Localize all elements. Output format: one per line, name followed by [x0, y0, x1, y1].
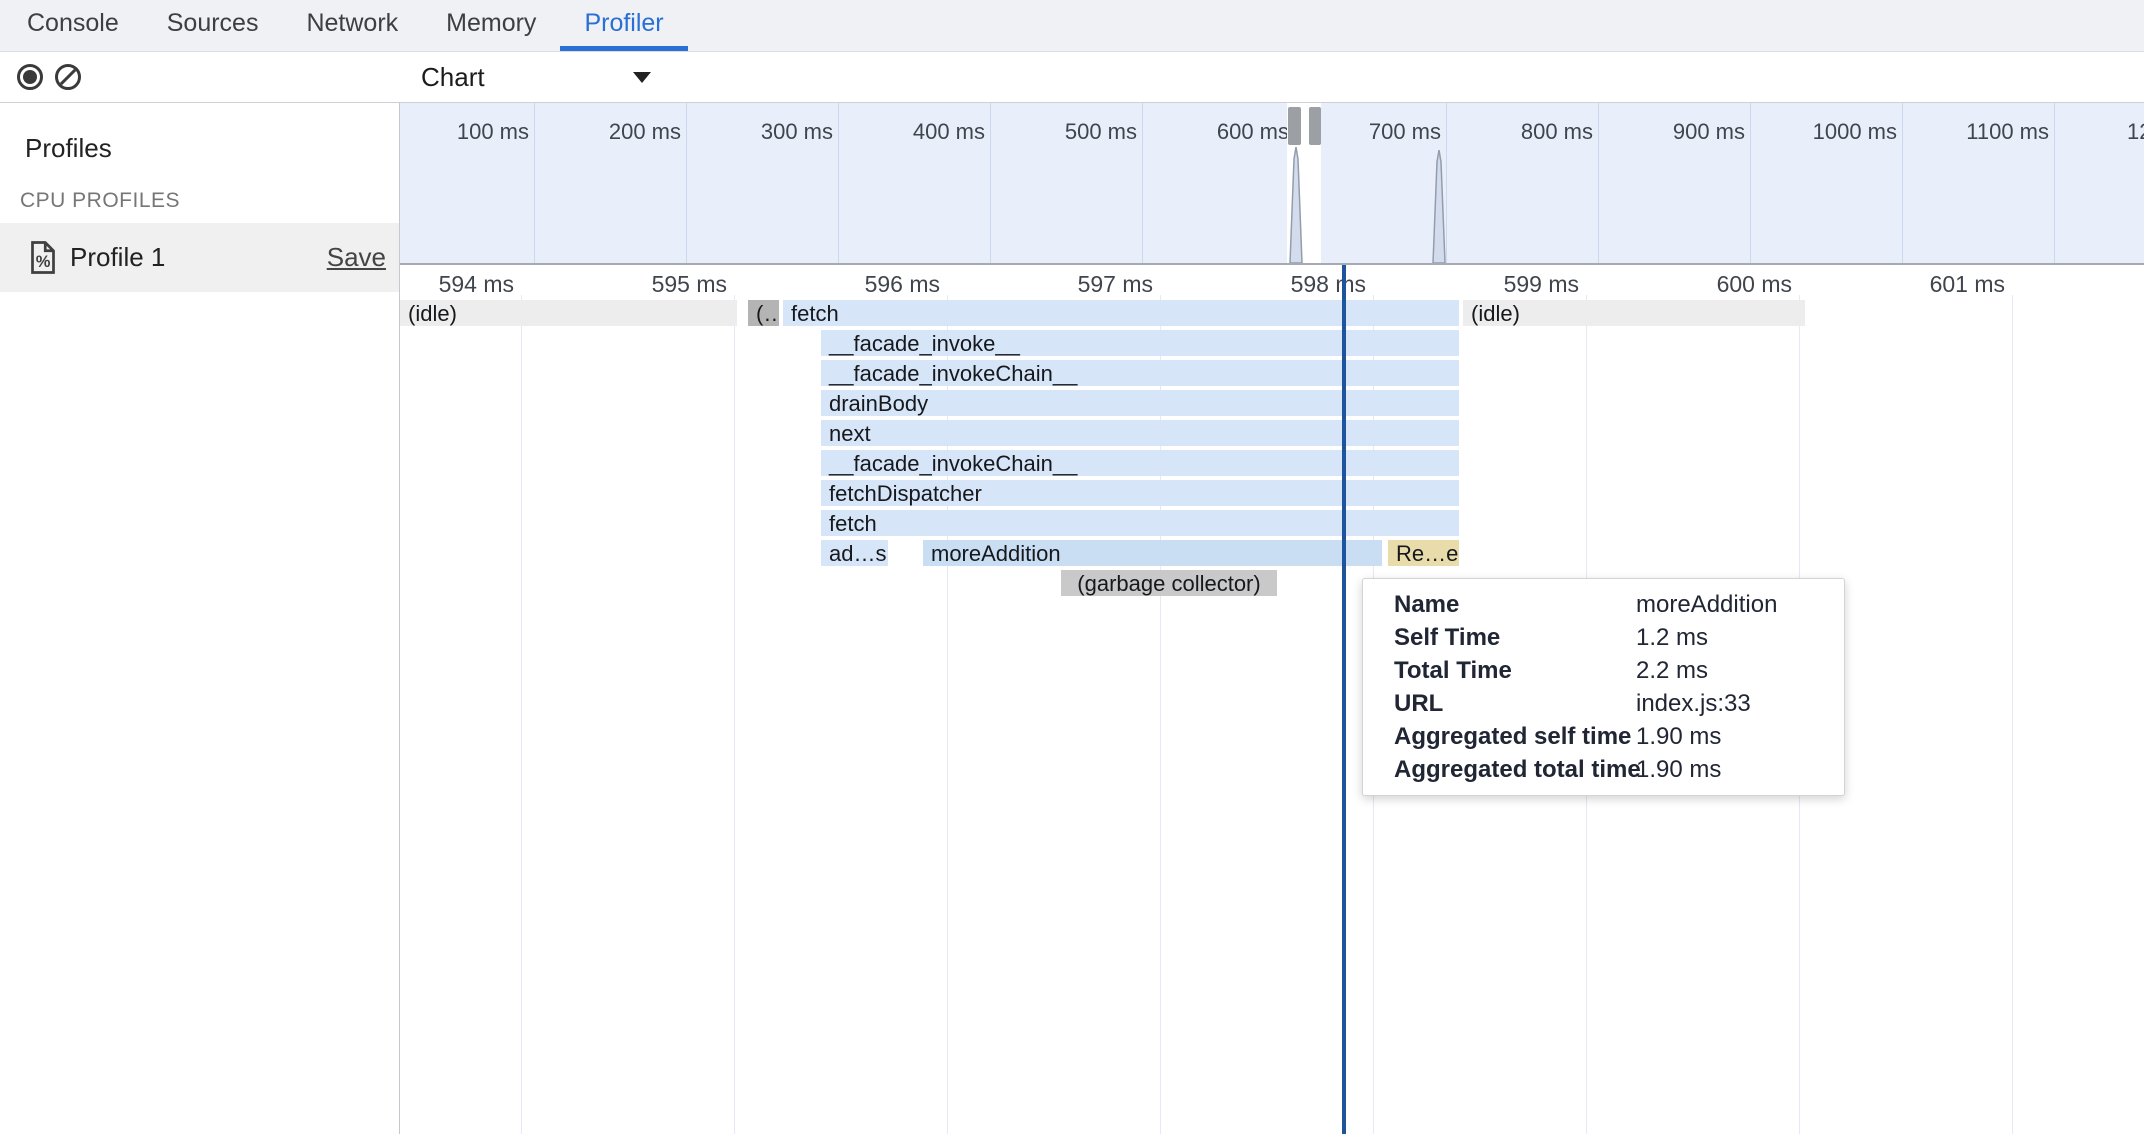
clear-icon[interactable]	[55, 64, 81, 90]
svg-text:%: %	[36, 253, 51, 271]
profiler-main-panel: 100 ms 200 ms 300 ms 400 ms 500 ms 600 m…	[400, 103, 2144, 1134]
overview-tick-label: 400 ms	[825, 119, 985, 145]
tooltip-row: Name moreAddition	[1363, 588, 1844, 621]
overview-tick-label: 1000 ms	[1737, 119, 1897, 145]
ruler-tick-label: 596 ms	[780, 271, 940, 298]
tooltip-row: Aggregated total time 1.90 ms	[1363, 753, 1844, 786]
cpu-spike	[1432, 150, 1446, 263]
profile-name: Profile 1	[70, 242, 165, 273]
selection-left-handle[interactable]	[1288, 107, 1301, 145]
view-mode-label: Chart	[421, 62, 485, 93]
tooltip-value: 2.2 ms	[1636, 654, 1844, 687]
flame-bar-facade-invokechain[interactable]: __facade_invokeChain__	[821, 450, 1459, 476]
overview-tick-label: 800 ms	[1433, 119, 1593, 145]
tooltip-value: index.js:33	[1636, 687, 1844, 720]
flame-bar-facade-invokechain[interactable]: __facade_invokeChain__	[821, 360, 1459, 386]
flame-bar-moreaddition[interactable]: moreAddition	[923, 540, 1382, 566]
ruler-tick-label: 601 ms	[1845, 271, 2005, 298]
flame-bar-fetchdispatcher[interactable]: fetchDispatcher	[821, 480, 1459, 506]
flame-chart[interactable]: 594 ms 595 ms 596 ms 597 ms 598 ms 599 m…	[400, 265, 2144, 1134]
tooltip-value: 1.2 ms	[1636, 621, 1844, 654]
tooltip-row: URL index.js:33	[1363, 687, 1844, 720]
tooltip-value: 1.90 ms	[1636, 753, 1844, 786]
flame-bar-fetch[interactable]: fetch	[783, 300, 1459, 326]
tooltip-row: Aggregated self time 1.90 ms	[1363, 720, 1844, 753]
flame-bar-garbage-collector[interactable]: (garbage collector)	[1061, 570, 1277, 596]
flame-bar-idle[interactable]: (idle)	[400, 300, 737, 326]
tab-memory[interactable]: Memory	[422, 0, 560, 51]
overview-tick-label: 1100 ms	[1889, 119, 2049, 145]
ruler-tick-label: 594 ms	[400, 271, 514, 298]
tab-network[interactable]: Network	[282, 0, 422, 51]
profile-list-item[interactable]: % Profile 1 Save	[0, 223, 399, 292]
profiles-sidebar: Profiles CPU PROFILES % Profile 1 Save	[0, 103, 400, 1134]
overview-tick-label: 200 ms	[521, 119, 681, 145]
ruler-tick-label: 595 ms	[567, 271, 727, 298]
ruler-tick-label: 600 ms	[1632, 271, 1792, 298]
tooltip-label: Self Time	[1363, 621, 1636, 654]
ruler-tick-label: 597 ms	[993, 271, 1153, 298]
record-icon[interactable]	[17, 64, 43, 90]
tooltip-label: Total Time	[1363, 654, 1636, 687]
flame-bar-fetch[interactable]: fetch	[821, 510, 1459, 536]
selection-right-handle[interactable]	[1309, 107, 1321, 145]
sidebar-title: Profiles	[25, 133, 112, 164]
tooltip-value: 1.90 ms	[1636, 720, 1844, 753]
tooltip-label: URL	[1363, 687, 1636, 720]
ruler-tick-label: 599 ms	[1419, 271, 1579, 298]
tooltip-row: Total Time 2.2 ms	[1363, 654, 1844, 687]
tab-profiler[interactable]: Profiler	[560, 0, 687, 51]
cpu-profiles-section-header: CPU PROFILES	[20, 189, 180, 213]
tab-console[interactable]: Console	[3, 0, 143, 51]
gridline	[734, 295, 735, 1134]
cpu-spike	[1289, 147, 1303, 263]
flame-bar-next[interactable]: next	[821, 420, 1459, 446]
time-cursor-line[interactable]	[1342, 265, 1346, 1134]
overview-tick-label: 300 ms	[673, 119, 833, 145]
timeline-overview[interactable]: 100 ms 200 ms 300 ms 400 ms 500 ms 600 m…	[400, 103, 2144, 265]
tooltip-label: Name	[1363, 588, 1636, 621]
tooltip-label: Aggregated total time	[1363, 753, 1636, 786]
flame-bar-facade-invoke[interactable]: __facade_invoke__	[821, 330, 1459, 356]
tooltip-row: Self Time 1.2 ms	[1363, 621, 1844, 654]
gridline	[2012, 295, 2013, 1134]
overview-tick-label: 12	[2127, 119, 2144, 145]
flame-bar-tooltip: Name moreAddition Self Time 1.2 ms Total…	[1362, 578, 1845, 796]
flame-bar-drainbody[interactable]: drainBody	[821, 390, 1459, 416]
overview-tick-label: 500 ms	[977, 119, 1137, 145]
tooltip-label: Aggregated self time	[1363, 720, 1636, 753]
overview-tick-label: 100 ms	[400, 119, 529, 145]
save-profile-link[interactable]: Save	[327, 242, 386, 273]
gridline	[521, 295, 522, 1134]
flame-bar-addnumbers[interactable]: ad…s	[821, 540, 888, 566]
tooltip-value: moreAddition	[1636, 588, 1844, 621]
overview-tick-label: 600 ms	[1129, 119, 1289, 145]
overview-tick-label: 900 ms	[1585, 119, 1745, 145]
flame-bar-truncated[interactable]: (…	[748, 300, 779, 326]
profiler-toolbar: Chart	[0, 52, 2144, 103]
flame-bar-idle[interactable]: (idle)	[1463, 300, 1805, 326]
tab-sources[interactable]: Sources	[143, 0, 283, 51]
profile-document-icon: %	[28, 241, 58, 279]
gridline	[2054, 103, 2055, 263]
view-mode-dropdown[interactable]: Chart	[421, 52, 651, 102]
devtools-tab-bar: Console Sources Network Memory Profiler	[0, 0, 2144, 52]
dropdown-arrow-icon	[633, 72, 651, 83]
flame-bar-response[interactable]: Re…e	[1388, 540, 1459, 566]
